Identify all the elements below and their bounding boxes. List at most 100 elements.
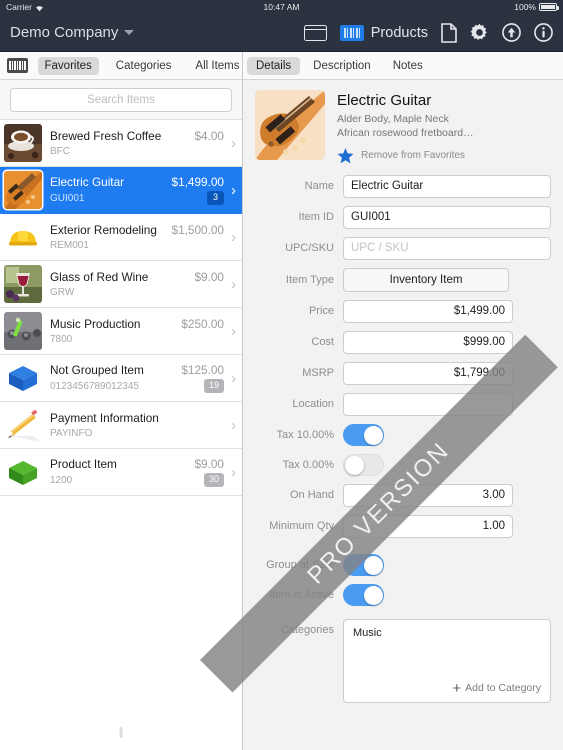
list-item[interactable]: Product Item $9.00 1200 30 › bbox=[0, 449, 242, 496]
list-item[interactable]: Brewed Fresh Coffee $4.00 BFC › bbox=[0, 120, 242, 167]
item-name: Payment Information bbox=[50, 410, 159, 425]
gear-icon[interactable] bbox=[470, 23, 489, 42]
chevron-right-icon[interactable]: › bbox=[231, 417, 236, 434]
tab-all-items[interactable]: All Items bbox=[188, 57, 246, 75]
chevron-right-icon[interactable]: › bbox=[231, 182, 236, 199]
field-item-id: Item ID bbox=[255, 205, 551, 229]
item-price: $1,500.00 bbox=[171, 222, 224, 237]
list-item-content: Exterior Remodeling $1,500.00 REM001 bbox=[42, 223, 224, 252]
tab-favorites[interactable]: Favorites bbox=[37, 56, 99, 75]
chevron-right-icon[interactable]: › bbox=[231, 370, 236, 387]
item-sku: BFC bbox=[50, 145, 70, 157]
list-item-content: Brewed Fresh Coffee $4.00 BFC bbox=[42, 129, 224, 158]
list-item[interactable]: Exterior Remodeling $1,500.00 REM001 › bbox=[0, 214, 242, 261]
item-id-input[interactable] bbox=[343, 205, 551, 229]
list-item-content: Not Grouped Item $125.00 012345678901234… bbox=[42, 363, 224, 393]
location-input[interactable] bbox=[343, 392, 513, 416]
field-categories: Categories Music + Add to Category bbox=[255, 618, 551, 703]
nav-bar: Demo Company Products bbox=[0, 14, 563, 52]
field-price: Price bbox=[255, 299, 551, 323]
item-name: Brewed Fresh Coffee bbox=[50, 128, 162, 143]
field-label: Item Type bbox=[285, 273, 334, 286]
tab-details[interactable]: Details bbox=[247, 56, 301, 75]
tax-2-toggle[interactable] bbox=[343, 453, 384, 476]
battery-full-icon bbox=[539, 3, 559, 11]
minimum-qty-input[interactable] bbox=[343, 514, 513, 538]
clock-label: 10:47 AM bbox=[263, 2, 300, 12]
detail-scroll[interactable]: Electric Guitar Alder Body, Maple Neck A… bbox=[243, 80, 563, 750]
item-type-button[interactable]: Inventory Item bbox=[343, 267, 509, 292]
list-item[interactable]: Music Production $250.00 7800 › bbox=[0, 308, 242, 355]
item-sku: PAYINFO bbox=[50, 427, 93, 439]
item-qty-badge: 30 bbox=[203, 473, 224, 487]
chevron-right-icon[interactable]: › bbox=[231, 323, 236, 340]
tab-categories[interactable]: Categories bbox=[109, 57, 179, 75]
list-item[interactable]: Payment Information PAYINFO › bbox=[0, 402, 242, 449]
item-price: $250.00 bbox=[181, 316, 224, 331]
red-wine-photo bbox=[4, 265, 42, 303]
info-circle-icon[interactable] bbox=[534, 23, 553, 42]
field-label: Tax 0.00% bbox=[282, 458, 334, 471]
plus-icon: + bbox=[452, 679, 462, 697]
field-group-at-sale: Group at Sale bbox=[255, 553, 551, 576]
nav-products-button[interactable]: Products bbox=[339, 24, 428, 41]
items-toolbar: Favorites Categories All Items › bbox=[0, 52, 261, 80]
item-sku: 1200 bbox=[50, 474, 73, 486]
field-label: Item ID bbox=[298, 211, 334, 224]
arrow-up-circle-icon[interactable] bbox=[502, 23, 521, 42]
chevron-right-icon[interactable]: › bbox=[231, 276, 236, 293]
item-sku: GUI001 bbox=[50, 192, 85, 204]
name-input[interactable] bbox=[343, 174, 551, 198]
field-label: Group at Sale bbox=[266, 558, 334, 571]
list-item[interactable]: Glass of Red Wine $9.00 GRW › bbox=[0, 261, 242, 308]
item-active-toggle[interactable] bbox=[343, 583, 384, 606]
product-header: Electric Guitar Alder Body, Maple Neck A… bbox=[255, 90, 551, 172]
msrp-input[interactable] bbox=[343, 361, 513, 385]
nav-products-label: Products bbox=[370, 24, 428, 41]
credit-card-icon[interactable] bbox=[303, 24, 327, 41]
barcode-scan-icon[interactable] bbox=[7, 58, 28, 73]
tab-notes[interactable]: Notes bbox=[384, 57, 432, 75]
chevron-right-icon[interactable]: › bbox=[231, 135, 236, 152]
list-scroll-handle[interactable] bbox=[119, 727, 123, 738]
field-label: Tax 10.00% bbox=[276, 428, 334, 441]
item-qty-badge: 19 bbox=[203, 379, 224, 393]
cost-input[interactable] bbox=[343, 330, 513, 354]
search-box[interactable] bbox=[10, 88, 232, 112]
price-input[interactable] bbox=[343, 299, 513, 323]
field-label: Name bbox=[304, 180, 334, 193]
field-label: Location bbox=[292, 398, 334, 411]
item-list[interactable]: Brewed Fresh Coffee $4.00 BFC › Electric… bbox=[0, 119, 242, 750]
list-item[interactable]: Not Grouped Item $125.00 012345678901234… bbox=[0, 355, 242, 402]
list-item-content: Product Item $9.00 1200 30 bbox=[42, 457, 224, 487]
upc-sku-input[interactable] bbox=[343, 236, 551, 260]
tax-1-toggle[interactable] bbox=[343, 423, 384, 446]
search-input[interactable] bbox=[11, 94, 231, 106]
field-label: Price bbox=[308, 305, 334, 318]
item-name: Not Grouped Item bbox=[50, 363, 144, 378]
categories-box[interactable]: Music + Add to Category bbox=[343, 618, 551, 703]
field-label: Categories bbox=[280, 623, 334, 636]
field-label: Cost bbox=[311, 336, 334, 349]
electric-guitar-photo[interactable] bbox=[255, 90, 325, 160]
group-at-sale-toggle[interactable] bbox=[343, 553, 384, 576]
chevron-right-icon[interactable]: › bbox=[231, 464, 236, 481]
chevron-right-icon[interactable]: › bbox=[231, 229, 236, 246]
field-upc-sku: UPC/SKU bbox=[255, 236, 551, 260]
document-icon[interactable] bbox=[441, 22, 457, 43]
field-label: Item is Active bbox=[269, 588, 334, 601]
on-hand-input[interactable] bbox=[343, 483, 513, 507]
barcode-icon bbox=[339, 24, 364, 41]
items-panel: Favorites Categories All Items › bbox=[0, 52, 261, 750]
list-item-selected[interactable]: Electric Guitar $1,499.00 GUI001 3 › bbox=[0, 167, 242, 214]
add-to-category-button[interactable]: + Add to Category bbox=[452, 681, 541, 696]
item-price: $125.00 bbox=[181, 363, 224, 378]
item-name: Music Production bbox=[50, 316, 141, 331]
tab-description[interactable]: Description bbox=[304, 57, 380, 75]
music-production-photo bbox=[4, 312, 42, 350]
status-right: 100% bbox=[514, 2, 559, 12]
item-sku: 0123456789012345 bbox=[50, 380, 139, 392]
company-selector[interactable]: Demo Company bbox=[10, 24, 135, 41]
field-label: On Hand bbox=[289, 489, 334, 502]
favorite-toggle[interactable]: Remove from Favorites bbox=[337, 147, 474, 164]
